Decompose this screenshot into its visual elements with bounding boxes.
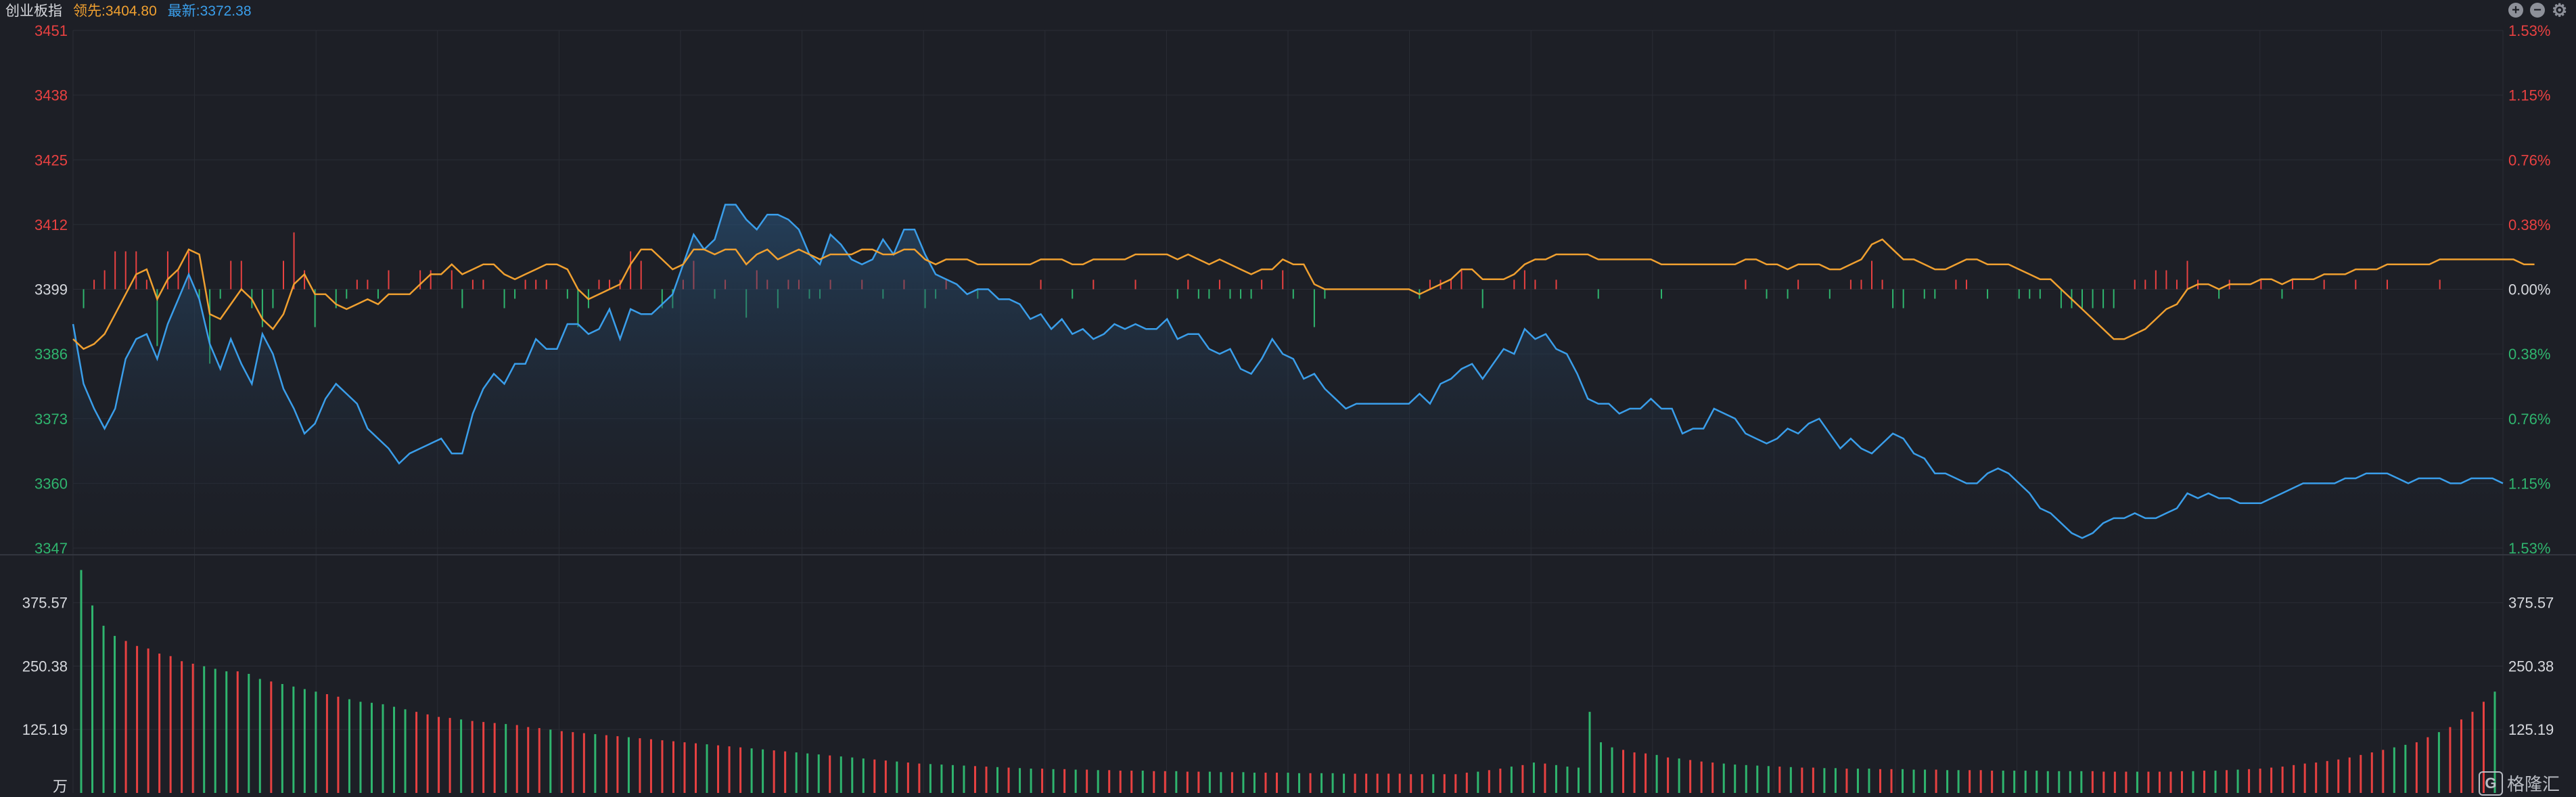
- intraday-chart[interactable]: 3451 1.53% 3438 1.15% 3425 0.76% 3412 0.38% 3399…: [0, 0, 2576, 797]
- y-axis-tick-label-left: 3386: [34, 346, 68, 363]
- y-axis-tick-label-left: 3347: [34, 540, 68, 557]
- y-axis-tick-label-left: 3412: [34, 217, 68, 233]
- watermark-logo: G 格隆汇: [2478, 771, 2560, 796]
- y-axis-tick-label-right: 1.15%: [2508, 475, 2550, 492]
- y-axis-tick-label-right: 0.76%: [2508, 152, 2550, 168]
- y-axis-tick-label-right: 0.38%: [2508, 217, 2550, 233]
- y-axis-tick-label-right: 0.76%: [2508, 411, 2550, 428]
- volume-tick-label-left: 375.57: [22, 595, 68, 612]
- volume-tick-label-left: 250.38: [22, 658, 68, 675]
- y-axis-tick-label-left: 3360: [34, 475, 68, 492]
- watermark-icon: G: [2478, 771, 2503, 796]
- y-axis-tick-label-left: 3373: [34, 411, 68, 428]
- volume-unit-label: 万: [53, 778, 68, 795]
- y-axis-tick-label-left: 3425: [34, 152, 68, 168]
- volume-tick-label-right: 125.19: [2508, 721, 2554, 738]
- y-axis-tick-label-left: 3451: [34, 22, 68, 39]
- y-axis-tick-label-left: 3438: [34, 87, 68, 104]
- y-axis-tick-label-right: 0.38%: [2508, 346, 2550, 363]
- volume-tick-label-right: 250.38: [2508, 658, 2554, 675]
- volume-tick-label-left: 125.19: [22, 721, 68, 738]
- watermark-text: 格隆汇: [2506, 774, 2560, 794]
- y-axis-tick-label-right: 1.53%: [2508, 22, 2550, 39]
- y-axis-tick-label-right: 1.53%: [2508, 540, 2550, 557]
- volume-tick-label-right: 375.57: [2508, 595, 2554, 612]
- lead-series-line: [72, 238, 2535, 350]
- y-axis-tick-label-right: 0.00%: [2508, 281, 2550, 298]
- y-axis-tick-label-right: 1.15%: [2508, 87, 2550, 104]
- y-axis-tick-label-left: 3399: [34, 281, 68, 298]
